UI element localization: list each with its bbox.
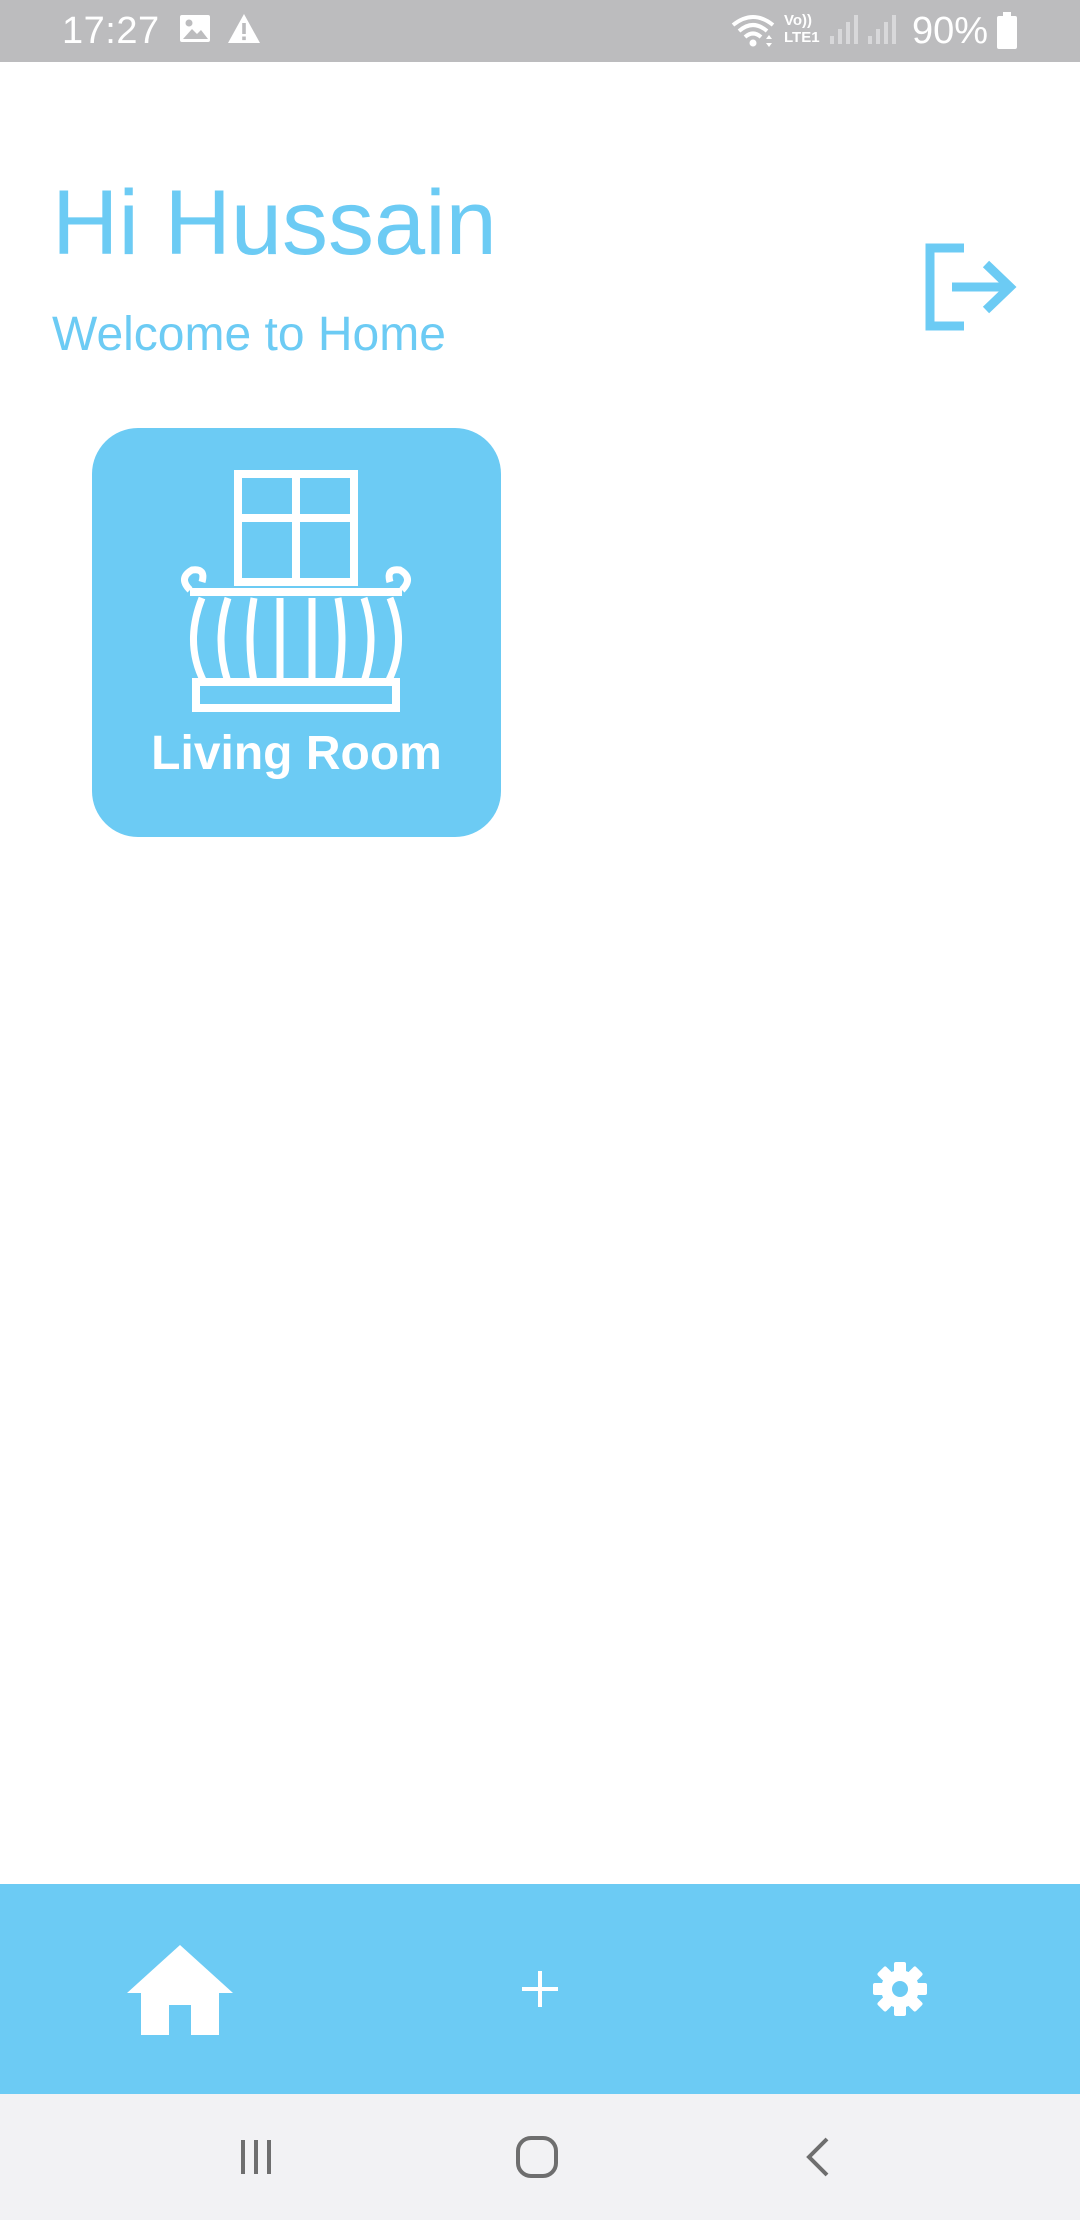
back-button[interactable] [748, 2094, 888, 2220]
warning-icon [228, 14, 260, 43]
lte-label: LTE1 [784, 29, 820, 46]
system-navigation-bar [0, 2094, 1080, 2220]
logout-icon [925, 243, 1017, 331]
wifi-icon [731, 15, 775, 47]
battery-percentage: 90% [912, 10, 989, 52]
home-icon [127, 1945, 233, 2035]
welcome-subtitle: Welcome to Home [52, 308, 446, 361]
home-circle-icon [516, 2136, 558, 2178]
plus-icon [522, 1971, 558, 2007]
balcony-icon [181, 470, 411, 712]
system-home-button[interactable] [467, 2094, 607, 2220]
room-card-living-room[interactable]: Living Room [92, 428, 501, 837]
logout-button[interactable] [922, 242, 1018, 332]
recents-button[interactable] [186, 2094, 326, 2220]
back-icon [806, 2137, 829, 2177]
nav-home-button[interactable] [0, 1884, 360, 2094]
volte-label: Vo)) [784, 12, 813, 29]
image-icon [180, 15, 210, 42]
signal-icon [868, 15, 896, 44]
signal-icon [830, 15, 858, 44]
gear-icon [873, 1962, 927, 2016]
status-time: 17:27 [62, 10, 160, 52]
nav-add-button[interactable] [360, 1884, 720, 2094]
recents-icon [241, 2140, 271, 2174]
battery-icon [997, 12, 1017, 49]
bottom-navigation [0, 1884, 1080, 2094]
nav-settings-button[interactable] [720, 1884, 1080, 2094]
greeting-title: Hi Hussain [52, 172, 497, 274]
room-label: Living Room [151, 727, 442, 780]
status-bar: 17:27 Vo)) LTE1 90% [0, 0, 1080, 62]
volte-lte-icon: Vo)) LTE1 [784, 12, 820, 46]
